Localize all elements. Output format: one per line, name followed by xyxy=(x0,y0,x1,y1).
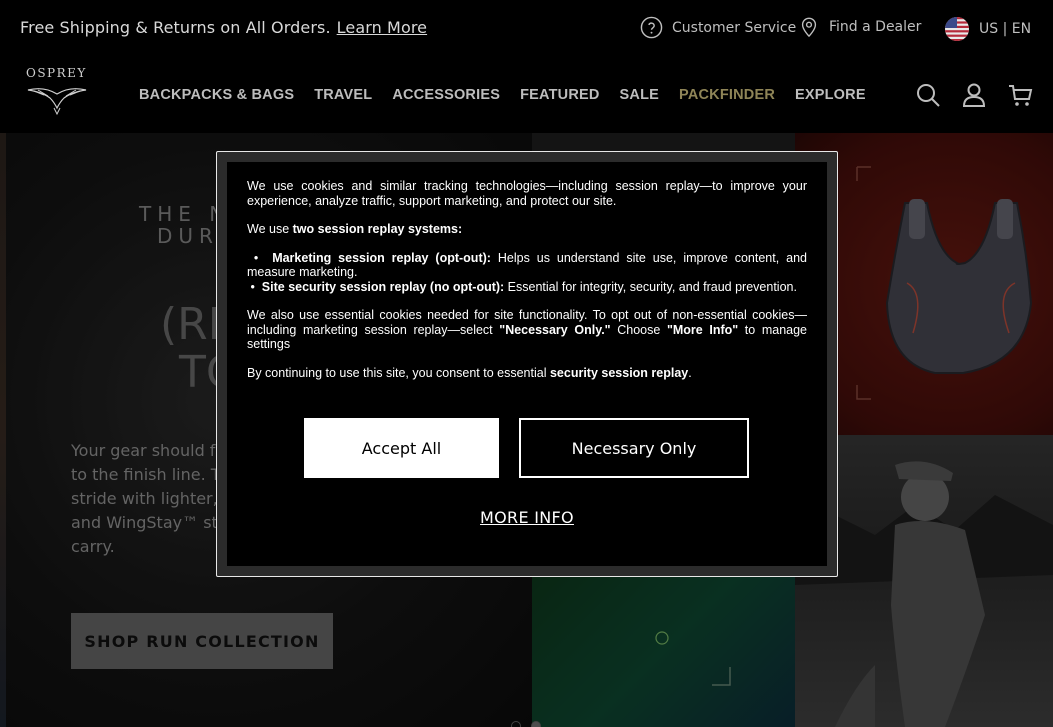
account-icon[interactable] xyxy=(961,82,987,108)
nav-backpacks-bags[interactable]: BACKPACKS & BAGS xyxy=(139,87,294,103)
nav-links: BACKPACKS & BAGS TRAVEL ACCESSORIES FEAT… xyxy=(139,87,886,103)
accept-all-button[interactable]: Accept All xyxy=(304,418,499,478)
find-dealer-link[interactable]: Find a Dealer xyxy=(798,16,921,38)
help-circle-icon xyxy=(640,16,663,39)
osprey-bird-icon xyxy=(27,88,87,116)
locale-selector[interactable]: US | EN xyxy=(944,16,1031,42)
nav-featured[interactable]: FEATURED xyxy=(520,87,599,103)
more-info-link[interactable]: MORE INFO xyxy=(227,508,827,527)
cookie-essential-text: We also use essential cookies needed for… xyxy=(247,308,808,351)
cookie-replay-heading: We use two session replay systems: xyxy=(247,222,463,236)
nav-accessories[interactable]: ACCESSORIES xyxy=(392,87,500,103)
cookie-bullet-security: • Site security session replay (no opt-o… xyxy=(247,279,797,294)
find-dealer-label: Find a Dealer xyxy=(829,19,922,35)
cookie-consent-text: By continuing to use this site, you cons… xyxy=(247,365,692,380)
cookie-bullet-marketing: • Marketing session replay (opt-out): He… xyxy=(247,250,807,280)
nav-packfinder[interactable]: PACKFINDER xyxy=(679,87,775,103)
map-pin-icon xyxy=(801,17,817,38)
necessary-only-button[interactable]: Necessary Only xyxy=(519,418,749,478)
promo-banner: Free Shipping & Returns on All Orders. Le… xyxy=(20,18,427,37)
us-flag-icon xyxy=(945,17,969,41)
utility-bar: Free Shipping & Returns on All Orders. Le… xyxy=(0,0,1053,56)
cookie-consent-panel: We use cookies and similar tracking tech… xyxy=(227,162,827,566)
main-nav: OSPREY BACKPACKS & BAGS TRAVEL ACCESSORI… xyxy=(0,56,1053,133)
customer-service-label: Customer Service xyxy=(672,19,797,36)
nav-icons xyxy=(895,82,1033,108)
locale-label: US | EN xyxy=(979,21,1032,37)
cart-icon[interactable] xyxy=(1007,82,1033,108)
search-icon[interactable] xyxy=(915,82,941,108)
nav-explore[interactable]: EXPLORE xyxy=(795,87,866,103)
osprey-logo[interactable]: OSPREY xyxy=(24,64,90,116)
nav-travel[interactable]: TRAVEL xyxy=(314,87,372,103)
nav-sale[interactable]: SALE xyxy=(620,87,659,103)
learn-more-link[interactable]: Learn More xyxy=(337,18,427,37)
customer-service-link[interactable]: Customer Service xyxy=(640,16,796,39)
cookie-consent-dialog: We use cookies and similar tracking tech… xyxy=(216,151,838,577)
cookie-intro-text: We use cookies and similar tracking tech… xyxy=(247,179,807,208)
cookie-buttons: Accept All Necessary Only xyxy=(304,418,749,478)
promo-text: Free Shipping & Returns on All Orders. xyxy=(20,18,331,37)
